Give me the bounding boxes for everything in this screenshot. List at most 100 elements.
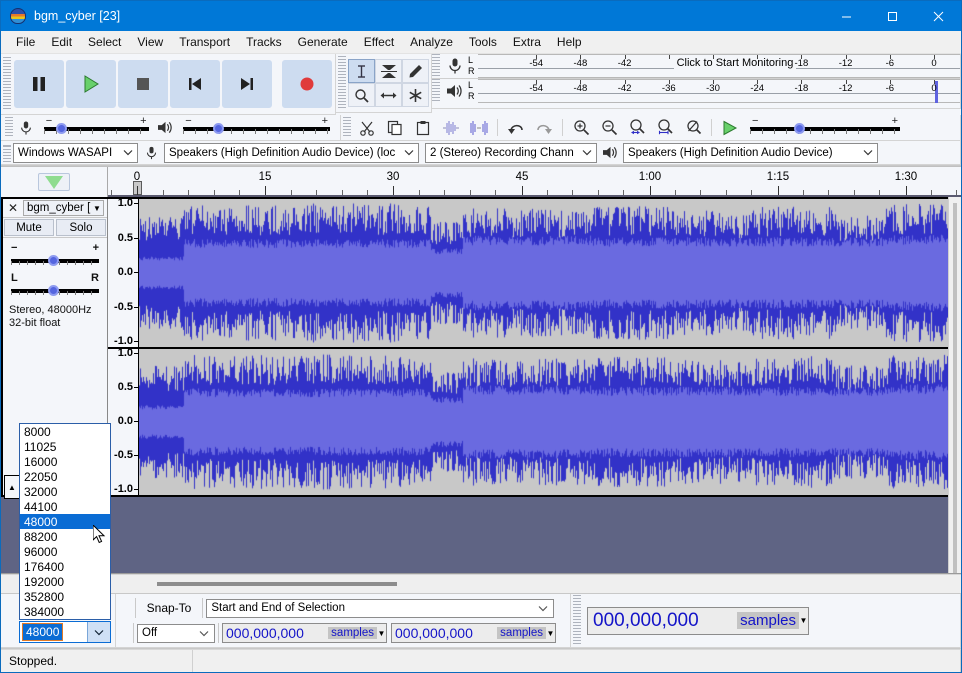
horizontal-scrollbar[interactable]: [107, 575, 961, 593]
multi-tool[interactable]: [402, 83, 429, 107]
timeline-ruler[interactable]: 0 15 30 45 1:00 1:15 1:30: [108, 167, 961, 197]
menu-tracks[interactable]: Tracks: [238, 32, 290, 52]
recording-meter-grip[interactable]: [432, 54, 440, 78]
audio-host-select[interactable]: Windows WASAPI: [13, 142, 138, 163]
transport-grip[interactable]: [3, 57, 11, 111]
stop-button[interactable]: [118, 60, 168, 108]
tools-grip[interactable]: [338, 56, 346, 110]
snap-to-select[interactable]: Off: [137, 623, 215, 643]
sample-rate-dropdown-list[interactable]: 8000 11025 16000 22050 32000 44100 48000 88200 9…: [19, 423, 111, 620]
menu-file[interactable]: File: [8, 32, 43, 52]
menu-analyze[interactable]: Analyze: [402, 32, 461, 52]
device-grip[interactable]: [3, 143, 11, 162]
skip-to-end-button[interactable]: [222, 60, 272, 108]
pan-slider[interactable]: [11, 284, 99, 298]
playback-volume-slider[interactable]: − +: [183, 115, 331, 137]
pin-play-head-button[interactable]: [38, 173, 70, 191]
vertical-scrollbar-thumb[interactable]: [953, 203, 957, 573]
menu-extra[interactable]: Extra: [505, 32, 549, 52]
zoom-in-button[interactable]: [567, 115, 595, 141]
playback-meter-toolbar[interactable]: L R -54 -48 -42 -36 -30 -24 -18 -12 -6 0: [432, 79, 960, 103]
menu-tools[interactable]: Tools: [461, 32, 505, 52]
menu-view[interactable]: View: [129, 32, 171, 52]
redo-button[interactable]: [530, 115, 558, 141]
fit-project-button[interactable]: [651, 115, 679, 141]
silence-audio-button[interactable]: [465, 115, 493, 141]
menu-select[interactable]: Select: [80, 32, 129, 52]
recording-meter-toolbar[interactable]: L R Click to Start Monitoring -54 -48 -42 -…: [432, 54, 960, 79]
copy-button[interactable]: [381, 115, 409, 141]
play-speed-slider[interactable]: − +: [750, 115, 900, 137]
skip-to-start-button[interactable]: [170, 60, 220, 108]
edit-grip[interactable]: [343, 117, 351, 138]
sample-rate-option[interactable]: 96000: [20, 544, 110, 559]
close-track-button[interactable]: ✕: [3, 201, 23, 215]
play-button[interactable]: [66, 60, 116, 108]
recording-volume-slider[interactable]: − +: [43, 115, 149, 137]
envelope-tool[interactable]: [375, 59, 402, 83]
sample-rate-option[interactable]: 8000: [20, 424, 110, 439]
undo-button[interactable]: [502, 115, 530, 141]
playback-meter-grip[interactable]: [432, 79, 440, 103]
pause-button[interactable]: [14, 60, 64, 108]
selection-end-spinner[interactable]: ▼: [546, 624, 555, 642]
minimize-icon[interactable]: [823, 1, 869, 31]
sample-rate-option[interactable]: 32000: [20, 484, 110, 499]
meter-tick-label: -6: [885, 58, 895, 69]
vertical-ruler-left-channel[interactable]: 1.0 0.5 0.0 -0.5 -1.0: [108, 197, 139, 347]
recording-device-select[interactable]: Speakers (High Definition Audio Device) …: [164, 142, 419, 163]
zoom-tool[interactable]: [348, 83, 375, 107]
draw-tool[interactable]: [402, 59, 429, 83]
close-icon[interactable]: [915, 1, 961, 31]
selection-start-field[interactable]: 000,000,000 samples ▼: [222, 623, 387, 643]
cut-button[interactable]: [353, 115, 381, 141]
click-to-start-monitoring-label[interactable]: Click to Start Monitoring: [673, 57, 797, 69]
waveform-right-channel[interactable]: [139, 349, 949, 495]
maximize-icon[interactable]: [869, 1, 915, 31]
selection-tool[interactable]: [348, 59, 375, 83]
selection-end-field[interactable]: 000,000,000 samples ▼: [391, 623, 556, 643]
sample-rate-option[interactable]: 22050: [20, 469, 110, 484]
playback-device-select[interactable]: Speakers (High Definition Audio Device): [623, 142, 878, 163]
menu-help[interactable]: Help: [549, 32, 590, 52]
sample-rate-option[interactable]: 192000: [20, 574, 110, 589]
audio-position-spinner[interactable]: ▼: [799, 611, 808, 630]
waveform-left-channel[interactable]: [139, 199, 949, 347]
playback-meter-bars[interactable]: -54 -48 -42 -36 -30 -24 -18 -12 -6 0: [478, 79, 960, 103]
vertical-ruler-right-channel[interactable]: 1.0 0.5 0.0 -0.5 -1.0: [108, 347, 139, 495]
chevron-down-icon[interactable]: [87, 622, 110, 642]
zoom-toggle-button[interactable]: [679, 115, 707, 141]
mixer-grip[interactable]: [5, 117, 13, 138]
menu-edit[interactable]: Edit: [43, 32, 80, 52]
sample-rate-option[interactable]: 176400: [20, 559, 110, 574]
mute-button[interactable]: Mute: [4, 219, 54, 236]
time-toolbar-grip[interactable]: [573, 595, 581, 646]
record-button[interactable]: [282, 60, 332, 108]
time-shift-tool[interactable]: [375, 83, 402, 107]
audio-position-field[interactable]: 000,000,000 samples ▼: [587, 606, 809, 635]
selection-start-spinner[interactable]: ▼: [377, 624, 386, 642]
menu-generate[interactable]: Generate: [290, 32, 356, 52]
sample-rate-combo[interactable]: 48000: [19, 621, 111, 643]
zoom-out-button[interactable]: [595, 115, 623, 141]
sample-rate-option[interactable]: 16000: [20, 454, 110, 469]
fit-selection-button[interactable]: [623, 115, 651, 141]
paste-button[interactable]: [409, 115, 437, 141]
menu-effect[interactable]: Effect: [356, 32, 402, 52]
sample-rate-option[interactable]: 11025: [20, 439, 110, 454]
recording-channels-select[interactable]: 2 (Stereo) Recording Chann: [425, 142, 597, 163]
trim-audio-button[interactable]: [437, 115, 465, 141]
solo-button[interactable]: Solo: [56, 219, 106, 236]
sample-rate-option[interactable]: 384000: [20, 604, 110, 619]
sample-rate-option[interactable]: 44100: [20, 499, 110, 514]
gain-slider[interactable]: [11, 254, 99, 268]
sample-rate-option[interactable]: 352800: [20, 589, 110, 604]
scroll-up-button[interactable]: ▲: [4, 475, 20, 499]
selection-mode-select[interactable]: Start and End of Selection: [206, 598, 555, 618]
recording-meter-bars[interactable]: Click to Start Monitoring -54 -48 -42 -18 -1…: [478, 54, 960, 78]
play-at-speed-button[interactable]: [716, 115, 744, 141]
vertical-scrollbar[interactable]: [948, 197, 961, 573]
track-name-dropdown[interactable]: bgm_cyber [ ▼: [23, 200, 104, 216]
horizontal-scrollbar-thumb[interactable]: [157, 582, 397, 586]
menu-transport[interactable]: Transport: [171, 32, 238, 52]
